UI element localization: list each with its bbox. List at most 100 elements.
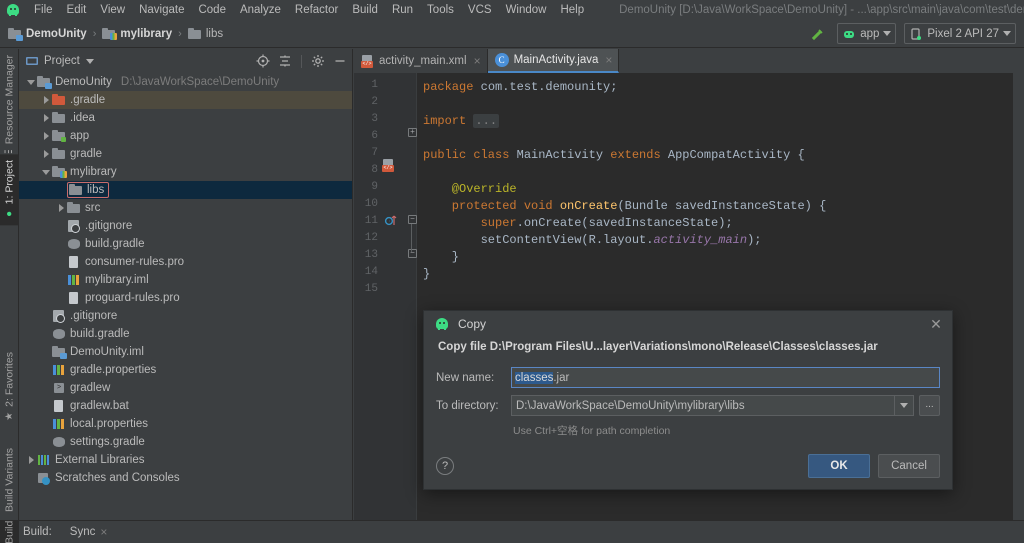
gradle-file-icon — [52, 435, 66, 449]
override-method-icon[interactable] — [384, 213, 398, 229]
to-directory-input[interactable]: D:\JavaWorkSpace\DemoUnity\mylibrary\lib… — [511, 395, 914, 416]
tree-row[interactable]: proguard-rules.pro — [19, 289, 352, 307]
menu-item-vcs[interactable]: VCS — [461, 0, 499, 20]
tree-row[interactable]: .idea — [19, 109, 352, 127]
chevron-right-icon[interactable] — [40, 96, 52, 104]
ok-button[interactable]: OK — [808, 454, 870, 478]
breadcrumb-item-mylibrary[interactable]: mylibrary — [102, 27, 172, 41]
tree-node-label: Scratches and Consoles — [55, 472, 180, 484]
menu-item-analyze[interactable]: Analyze — [233, 0, 288, 20]
sidebar-item-build-variants[interactable]: Build Variants — [0, 442, 19, 518]
tab-mainactivity-java[interactable]: C MainActivity.java × — [487, 49, 620, 73]
menu-item-file[interactable]: File — [27, 0, 60, 20]
tree-row[interactable]: Scratches and Consoles — [19, 469, 352, 487]
fold-collapse-class-icon[interactable]: − — [408, 249, 417, 258]
breadcrumb-item-demounity[interactable]: DemoUnity — [8, 27, 87, 41]
tree-row[interactable]: app — [19, 127, 352, 145]
tree-row[interactable]: DemoUnity.iml — [19, 343, 352, 361]
collapse-all-icon[interactable] — [277, 53, 293, 69]
tree-row[interactable]: DemoUnity D:\JavaWorkSpace\DemoUnity — [19, 73, 352, 91]
tree-row[interactable]: gradlew.bat — [19, 397, 352, 415]
code-token: (Bundle savedInstanceState) { — [617, 199, 827, 213]
menu-item-navigate[interactable]: Navigate — [132, 0, 191, 20]
tree-row[interactable]: local.properties — [19, 415, 352, 433]
menu-item-refactor[interactable]: Refactor — [288, 0, 345, 20]
chevron-right-icon[interactable] — [40, 132, 52, 140]
sync-tab[interactable]: Sync × — [70, 525, 108, 539]
menu-item-tools[interactable]: Tools — [420, 0, 461, 20]
browse-button[interactable]: ... — [919, 395, 940, 416]
tree-row[interactable]: libs — [19, 181, 352, 199]
tree-node-content: proguard-rules.pro — [67, 291, 180, 305]
tree-row[interactable]: mylibrary — [19, 163, 352, 181]
tree-row[interactable]: .gitignore — [19, 217, 352, 235]
fold-column[interactable] — [406, 73, 417, 520]
tree-node-content: consumer-rules.pro — [67, 255, 184, 269]
hammer-icon[interactable] — [807, 23, 829, 45]
editor-scrollbar[interactable] — [1013, 73, 1024, 520]
tree-row[interactable]: mylibrary.iml — [19, 271, 352, 289]
device-selector[interactable]: Pixel 2 API 27 — [904, 23, 1016, 44]
folded-import-placeholder[interactable]: ... — [473, 114, 500, 128]
tree-row[interactable]: build.gradle — [19, 235, 352, 253]
tab-activity-main-xml[interactable]: </> activity_main.xml × — [354, 49, 488, 73]
close-icon[interactable]: × — [100, 525, 107, 539]
tree-row[interactable]: > gradlew — [19, 379, 352, 397]
tree-row[interactable]: consumer-rules.pro — [19, 253, 352, 271]
sidebar-item-favorites[interactable]: ★ 2: Favorites — [0, 346, 19, 428]
run-configuration-selector[interactable]: app — [837, 23, 897, 44]
breadcrumb-item-libs[interactable]: libs — [187, 27, 223, 41]
hide-icon[interactable] — [332, 53, 348, 69]
dialog-body: Copy file D:\Program Files\U...layer\Var… — [424, 341, 952, 438]
close-icon[interactable]: × — [474, 54, 481, 68]
menu-item-build[interactable]: Build — [345, 0, 385, 20]
menu-item-view[interactable]: View — [93, 0, 132, 20]
chevron-right-icon[interactable] — [40, 150, 52, 158]
tree-node-label: libs — [87, 184, 105, 196]
tree-row[interactable]: gradle.properties — [19, 361, 352, 379]
sidebar-item-resource-manager[interactable]: ☷ Resource Manager — [0, 49, 19, 165]
locate-icon[interactable] — [255, 53, 271, 69]
chevron-right-icon[interactable] — [40, 114, 52, 122]
tree-row[interactable]: src — [19, 199, 352, 217]
chevron-down-icon[interactable] — [40, 169, 52, 175]
line-number: 7 — [371, 147, 378, 159]
code-line: } — [423, 249, 459, 266]
tree-row[interactable]: .gradle — [19, 91, 352, 109]
chevron-right-icon[interactable] — [25, 456, 37, 464]
project-tree[interactable]: DemoUnity D:\JavaWorkSpace\DemoUnity .grad… — [19, 73, 352, 487]
chevron-down-icon[interactable] — [894, 396, 913, 415]
tree-row[interactable]: settings.gradle — [19, 433, 352, 451]
fold-collapse-method-icon[interactable]: − — [408, 215, 417, 224]
new-name-input[interactable]: classes .jar — [511, 367, 940, 388]
code-line: } — [423, 266, 430, 283]
tree-row[interactable]: .gitignore — [19, 307, 352, 325]
close-icon[interactable]: × — [605, 53, 612, 67]
project-folder-icon — [8, 27, 23, 41]
tree-row[interactable]: build.gradle — [19, 325, 352, 343]
chevron-down-icon[interactable] — [25, 79, 37, 85]
menu-item-window[interactable]: Window — [499, 0, 554, 20]
fold-expand-import-icon[interactable]: + — [408, 128, 417, 137]
menu-item-help[interactable]: Help — [553, 0, 591, 20]
breadcrumb-separator: › — [178, 27, 182, 40]
menu-item-edit[interactable]: Edit — [60, 0, 94, 20]
layout-preview-icon[interactable]: </> — [382, 159, 395, 174]
properties-file-icon — [52, 417, 66, 431]
menu-item-code[interactable]: Code — [191, 0, 233, 20]
help-button[interactable]: ? — [436, 457, 454, 475]
code-token: extends — [610, 148, 661, 162]
sidebar-item-project[interactable]: ● 1: Project — [0, 154, 19, 226]
tree-row[interactable]: External Libraries — [19, 451, 352, 469]
menu-item-run[interactable]: Run — [385, 0, 420, 20]
chevron-down-icon[interactable] — [85, 58, 94, 64]
gitignore-icon — [52, 309, 66, 323]
close-icon[interactable]: ✕ — [928, 316, 944, 333]
tree-row[interactable]: gradle — [19, 145, 352, 163]
sidebar-item-build[interactable]: Build — [0, 521, 19, 543]
editor-gutter[interactable]: 1 2 3 6 7 8 9 10 11 12 13 14 15 — [354, 73, 406, 520]
chevron-right-icon[interactable] — [55, 204, 67, 212]
gear-icon[interactable] — [310, 53, 326, 69]
bat-file-icon — [52, 399, 66, 413]
cancel-button[interactable]: Cancel — [878, 454, 940, 478]
